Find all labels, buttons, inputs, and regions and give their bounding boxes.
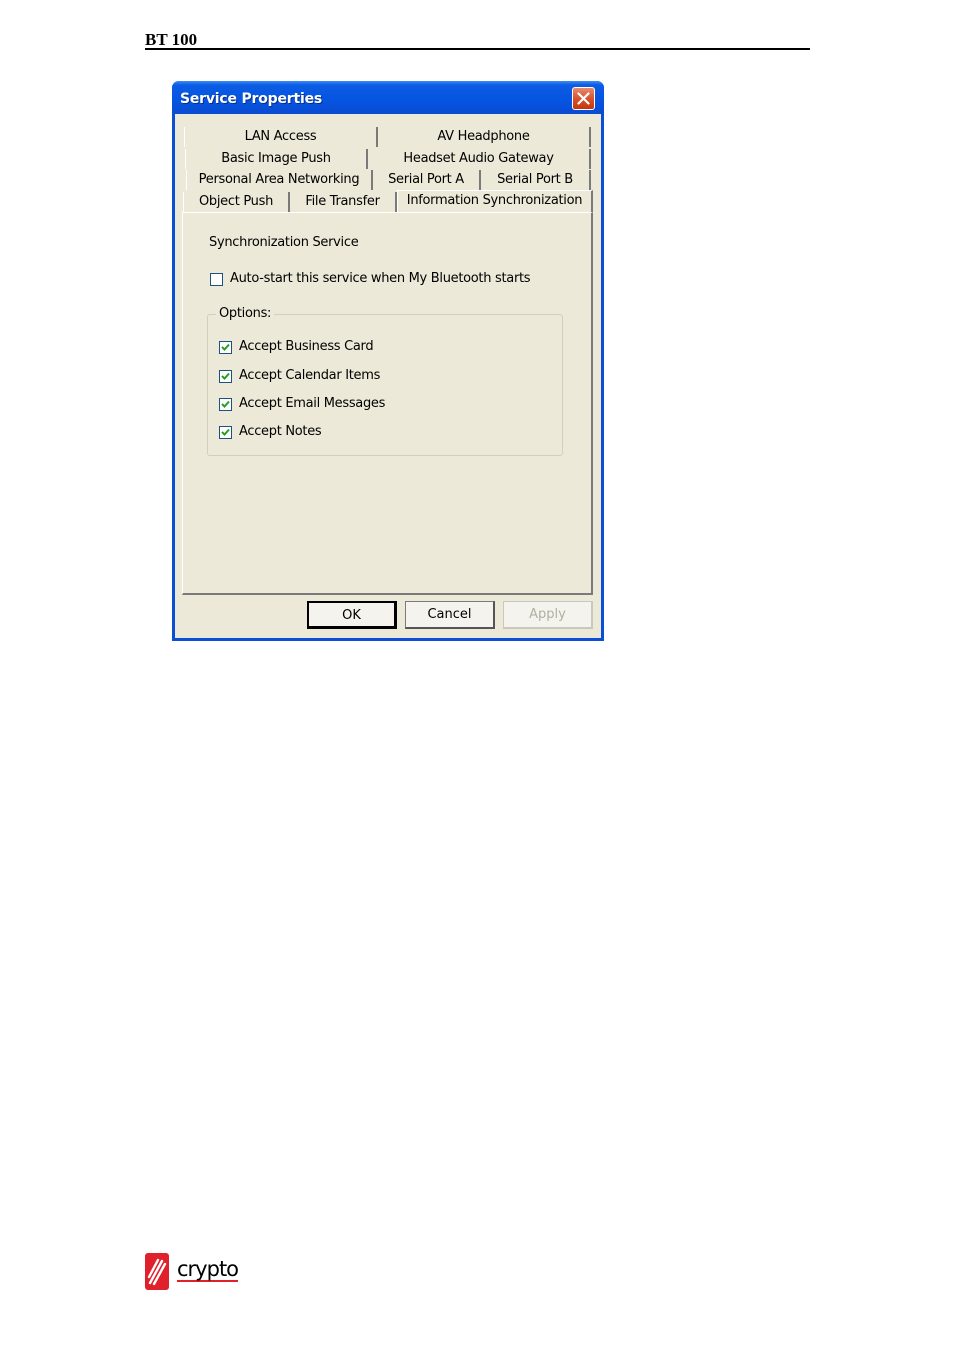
- tab-panel: Synchronization Service Auto-start this …: [182, 212, 593, 595]
- brand-name: crypto: [177, 1257, 239, 1282]
- autostart-checkbox[interactable]: [210, 273, 223, 286]
- accept-calendar-items-label[interactable]: Accept Calendar Items: [239, 368, 380, 383]
- cancel-button[interactable]: Cancel: [405, 601, 495, 629]
- options-groupbox: Options: Accept Business Card Accept Cal…: [207, 306, 563, 456]
- crypto-logo-icon: [145, 1253, 169, 1290]
- document-header: BT 100: [145, 28, 810, 50]
- accept-email-messages-label[interactable]: Accept Email Messages: [239, 396, 385, 411]
- tab-serial-port-a[interactable]: Serial Port A: [373, 170, 481, 190]
- tab-object-push[interactable]: Object Push: [183, 192, 290, 212]
- autostart-label[interactable]: Auto-start this service when My Bluetoot…: [230, 271, 531, 286]
- accept-notes-checkbox[interactable]: [219, 426, 232, 439]
- tab-headset-audio-gateway[interactable]: Headset Audio Gateway: [368, 149, 591, 169]
- apply-button[interactable]: Apply: [503, 601, 593, 629]
- accept-business-card-checkbox[interactable]: [219, 341, 232, 354]
- tab-lan-access[interactable]: LAN Access: [184, 127, 378, 147]
- tab-file-transfer[interactable]: File Transfer: [290, 192, 397, 212]
- tab-information-synchronization[interactable]: Information Synchronization: [397, 190, 593, 212]
- service-name-label: Synchronization Service: [209, 235, 359, 250]
- tab-av-headphone[interactable]: AV Headphone: [378, 127, 591, 147]
- ok-button[interactable]: OK: [307, 601, 397, 629]
- tab-serial-port-b[interactable]: Serial Port B: [481, 170, 591, 190]
- tab-basic-image-push[interactable]: Basic Image Push: [185, 149, 368, 169]
- tab-personal-area-networking[interactable]: Personal Area Networking: [186, 170, 373, 190]
- dialog-client-area: LAN Access AV Headphone Basic Image Push…: [175, 114, 601, 638]
- accept-email-messages-checkbox[interactable]: [219, 398, 232, 411]
- checkmark-icon: [221, 428, 230, 436]
- checkmark-icon: [221, 372, 230, 380]
- service-properties-dialog: Service Properties LAN Access AV Headpho…: [172, 81, 604, 641]
- document-header-title: BT 100: [145, 30, 198, 49]
- close-button[interactable]: [572, 87, 595, 110]
- accept-business-card-label[interactable]: Accept Business Card: [239, 339, 374, 354]
- options-legend: Options:: [216, 306, 275, 321]
- dialog-title: Service Properties: [180, 91, 322, 107]
- accept-notes-label[interactable]: Accept Notes: [239, 424, 322, 439]
- close-icon: [577, 92, 590, 105]
- title-bar[interactable]: Service Properties: [172, 81, 604, 114]
- accept-calendar-items-checkbox[interactable]: [219, 370, 232, 383]
- checkmark-icon: [221, 400, 230, 408]
- checkmark-icon: [221, 343, 230, 351]
